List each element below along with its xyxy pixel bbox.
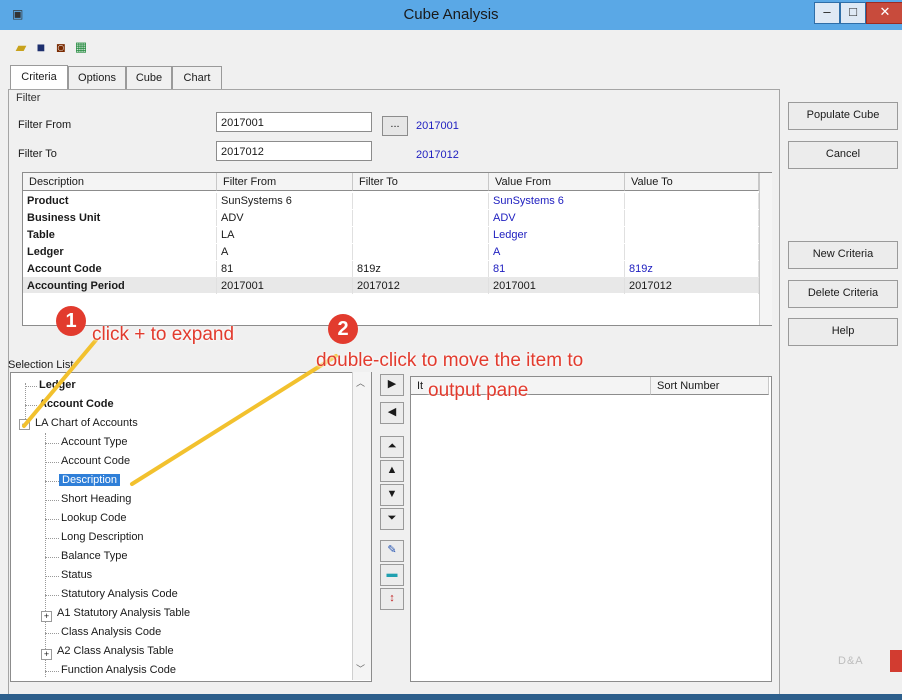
step-2-badge: 2	[328, 314, 358, 344]
company-logo: D&A	[838, 655, 864, 667]
taskbar-strip	[0, 694, 902, 700]
step-2-text-line2: output pane	[428, 380, 529, 401]
arrow-to-expander	[22, 338, 98, 428]
logo-mark	[890, 650, 902, 672]
step-1-text: click + to expand	[92, 324, 235, 345]
cube-analysis-window: ▣ Cube Analysis – □ ✕ ▰ ■ ◙ ▦ Criteria O…	[0, 0, 902, 700]
step-1-badge: 1	[56, 306, 86, 336]
arrow-to-description	[130, 354, 338, 486]
step-2-text-line1: double-click to move the item to	[316, 350, 584, 371]
